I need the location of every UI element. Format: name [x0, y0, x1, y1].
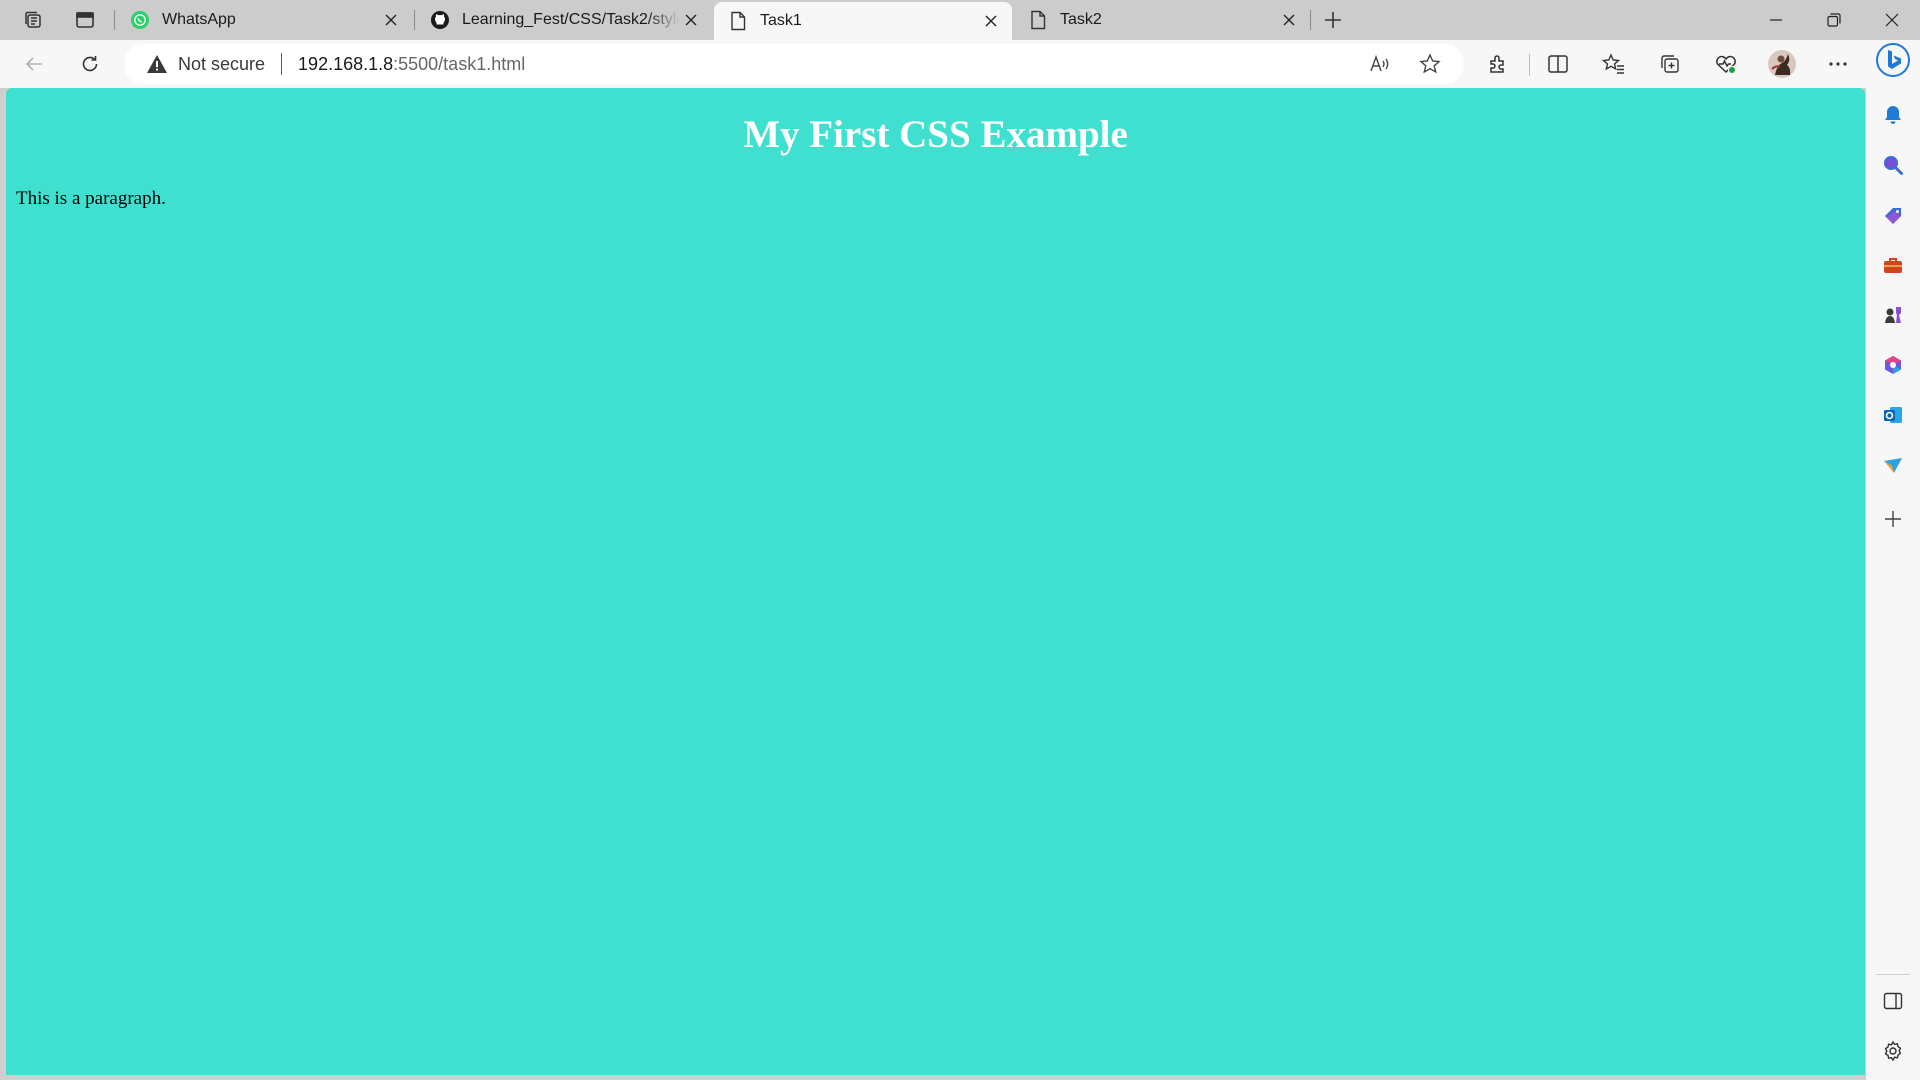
- shopping-button[interactable]: [1876, 198, 1910, 232]
- page-paragraph: This is a paragraph.: [16, 188, 166, 209]
- outlook-icon: [1884, 407, 1902, 423]
- add-sidebar-app-button[interactable]: [1876, 502, 1910, 536]
- restore-button[interactable]: [1806, 0, 1862, 40]
- outlook-button[interactable]: [1876, 398, 1910, 432]
- shopping-icon: [1885, 208, 1901, 224]
- read-aloud-icon: [1370, 54, 1389, 72]
- close-icon[interactable]: [980, 10, 1002, 32]
- close-icon[interactable]: [380, 9, 402, 31]
- close-icon[interactable]: [1278, 9, 1300, 31]
- favorite-button[interactable]: [1414, 48, 1446, 80]
- copilot-button[interactable]: [1874, 40, 1912, 80]
- github-icon: [430, 10, 450, 30]
- browser-essentials-icon: [1716, 55, 1736, 74]
- tools-button[interactable]: [1876, 248, 1910, 282]
- search-button[interactable]: [1876, 148, 1910, 182]
- settings-icon: [1884, 1040, 1902, 1062]
- page-viewport: My First CSS Example This is a paragraph…: [6, 88, 1865, 1075]
- favorite-star-icon: [1419, 53, 1441, 74]
- url-host[interactable]: 192.168.1.8: [298, 54, 393, 75]
- drop-icon: [1884, 458, 1902, 473]
- whatsapp-icon: [130, 10, 150, 30]
- favorites-icon: [1602, 53, 1624, 74]
- url-path[interactable]: :5500/task1.html: [393, 54, 525, 75]
- extensions-icon: [1490, 55, 1504, 73]
- security-label[interactable]: Not secure: [178, 54, 265, 75]
- minimize-icon: [1770, 19, 1782, 21]
- close-icon: [1885, 13, 1899, 27]
- back-button[interactable]: [16, 48, 52, 80]
- search-icon: [1884, 156, 1903, 175]
- profile-avatar[interactable]: [1764, 48, 1800, 80]
- tab-github-style[interactable]: Learning_Fest/CSS/Task2/style.css: [416, 2, 712, 38]
- tab-title: Learning_Fest/CSS/Task2/style.css: [462, 11, 680, 28]
- toolbar-divider: [1529, 54, 1530, 76]
- tab-title: WhatsApp: [162, 11, 236, 28]
- games-icon: [1885, 307, 1901, 323]
- microsoft365-button[interactable]: [1876, 348, 1910, 382]
- hide-sidebar-icon: [1883, 992, 1903, 1010]
- copilot-icon: [1876, 43, 1910, 77]
- refresh-button[interactable]: [72, 48, 108, 80]
- tab-separator: [1310, 10, 1311, 30]
- page-heading: My First CSS Example: [743, 113, 1128, 156]
- sidebar-settings-button[interactable]: [1876, 1034, 1910, 1068]
- profile-avatar-icon: [1768, 50, 1796, 78]
- tab-strip: WhatsApp Learning_Fest/CSS/Task2/style.c…: [0, 0, 1920, 40]
- extensions-button[interactable]: [1480, 48, 1516, 80]
- browser-essentials-button[interactable]: [1708, 48, 1744, 80]
- tools-icon: [1884, 258, 1902, 273]
- new-tab-button[interactable]: [1318, 6, 1348, 34]
- tab-separator: [414, 10, 415, 30]
- browser-toolbar: Not secure 192.168.1.8:5500/task1.html: [0, 40, 1920, 88]
- read-aloud-button[interactable]: [1364, 48, 1396, 80]
- notifications-button[interactable]: [1876, 98, 1910, 132]
- tab-whatsapp[interactable]: WhatsApp: [116, 2, 412, 38]
- more-options-icon: [1829, 62, 1847, 66]
- notifications-icon: [1885, 106, 1901, 124]
- minimize-button[interactable]: [1748, 0, 1804, 40]
- favorites-button[interactable]: [1596, 48, 1632, 80]
- restore-icon: [1827, 13, 1841, 27]
- tab-task1[interactable]: Task1: [714, 2, 1012, 40]
- tab-title: Task1: [760, 12, 802, 29]
- vertical-tabs-icon[interactable]: [70, 6, 100, 34]
- split-screen-icon: [1548, 55, 1568, 73]
- address-bar[interactable]: Not secure 192.168.1.8:5500/task1.html: [124, 44, 1464, 84]
- back-arrow-icon: [25, 57, 42, 71]
- collections-button[interactable]: [1652, 48, 1688, 80]
- games-button[interactable]: [1876, 298, 1910, 332]
- collections-icon: [1661, 55, 1679, 73]
- drop-button[interactable]: [1876, 448, 1910, 482]
- sidebar-divider: [1876, 974, 1910, 975]
- microsoft365-icon: [1885, 356, 1901, 374]
- page-icon: [728, 11, 748, 31]
- page-icon: [1028, 10, 1048, 30]
- split-screen-button[interactable]: [1540, 48, 1576, 80]
- close-icon[interactable]: [680, 9, 702, 31]
- tab-separator: [114, 10, 115, 30]
- refresh-icon: [82, 56, 98, 72]
- url-divider: [281, 53, 283, 75]
- close-window-button[interactable]: [1864, 0, 1920, 40]
- edge-sidebar: [1866, 40, 1920, 1080]
- warning-icon[interactable]: [146, 53, 168, 75]
- hide-sidebar-button[interactable]: [1876, 984, 1910, 1018]
- add-icon: [1885, 511, 1901, 527]
- tab-title: Task2: [1060, 11, 1102, 28]
- workspaces-icon[interactable]: [18, 6, 48, 34]
- tab-task2[interactable]: Task2: [1014, 2, 1310, 38]
- more-options-button[interactable]: [1820, 48, 1856, 80]
